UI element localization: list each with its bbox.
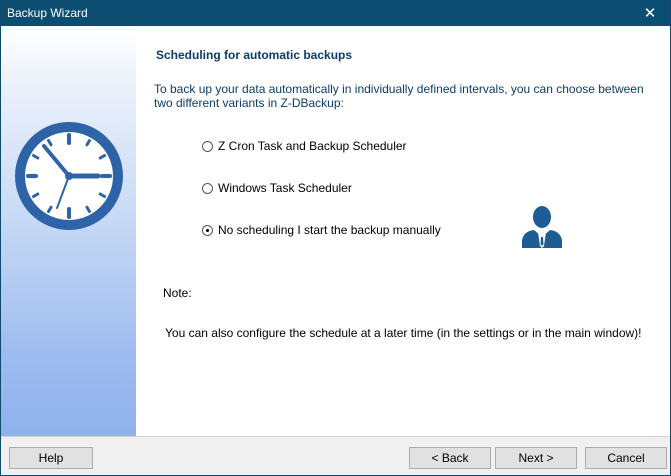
clock-icon: [15, 122, 123, 230]
title-bar: Backup Wizard ✕: [1, 1, 670, 26]
window-title: Backup Wizard: [7, 6, 88, 20]
option-z-cron[interactable]: Z Cron Task and Backup Scheduler: [202, 138, 407, 154]
user-icon: [522, 206, 562, 248]
option-windows-task-scheduler[interactable]: Windows Task Scheduler: [202, 180, 352, 196]
sidebar-banner: [1, 26, 136, 436]
radio-windows-task-scheduler[interactable]: [202, 182, 213, 194]
option-windows-task-scheduler-label: Windows Task Scheduler: [218, 181, 352, 195]
help-button[interactable]: Help: [9, 447, 93, 469]
back-button[interactable]: < Back: [409, 447, 491, 469]
close-icon[interactable]: ✕: [630, 1, 670, 26]
wizard-content: Scheduling for automatic backups To back…: [136, 26, 670, 436]
option-z-cron-label: Z Cron Task and Backup Scheduler: [218, 139, 407, 153]
intro-text: To back up your data automatically in in…: [154, 82, 644, 110]
button-bar: Help < Back Next > Cancel: [1, 436, 670, 475]
radio-no-scheduling[interactable]: [202, 224, 213, 236]
note-label: Note:: [163, 286, 192, 300]
page-heading: Scheduling for automatic backups: [156, 48, 353, 62]
backup-wizard-window: Backup Wizard ✕ Scheduling for automatic…: [0, 0, 671, 476]
cancel-button[interactable]: Cancel: [585, 447, 667, 469]
option-no-scheduling[interactable]: No scheduling I start the backup manuall…: [202, 222, 441, 238]
next-button[interactable]: Next >: [495, 447, 577, 469]
option-no-scheduling-label: No scheduling I start the backup manuall…: [218, 223, 441, 237]
note-text: You can also configure the schedule at a…: [165, 326, 642, 340]
radio-z-cron[interactable]: [202, 140, 213, 152]
